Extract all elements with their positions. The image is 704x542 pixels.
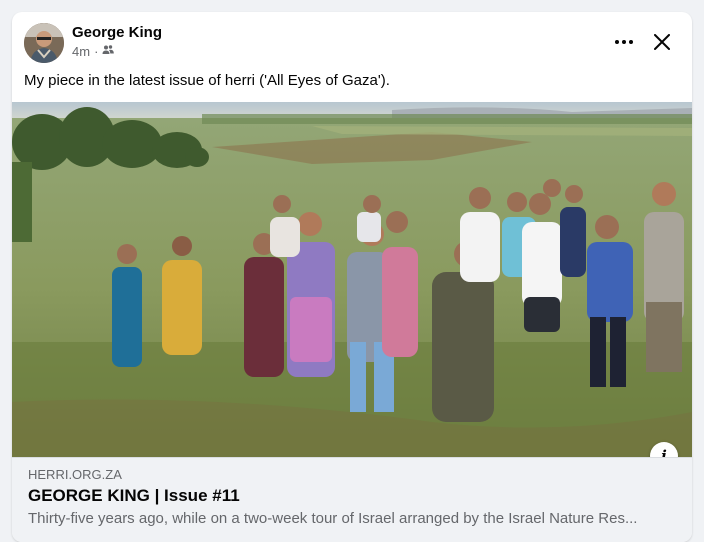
link-preview[interactable]: HERRI.ORG.ZA GEORGE KING | Issue #11 Thi… bbox=[12, 457, 692, 542]
post-time[interactable]: 4m bbox=[72, 44, 90, 59]
link-title[interactable]: GEORGE KING | Issue #11 bbox=[28, 486, 240, 506]
meta-separator: · bbox=[94, 44, 99, 59]
post-meta: 4m · bbox=[72, 44, 115, 59]
link-description: Thirty-five years ago, while on a two-we… bbox=[28, 510, 638, 527]
post-caption: My piece in the latest issue of herri ('… bbox=[24, 72, 390, 89]
post-photo[interactable] bbox=[12, 102, 692, 457]
avatar[interactable] bbox=[24, 23, 64, 63]
link-domain: HERRI.ORG.ZA bbox=[28, 467, 122, 482]
friends-icon[interactable] bbox=[102, 44, 115, 59]
close-icon bbox=[654, 34, 670, 50]
more-options-icon bbox=[615, 40, 633, 44]
more-options-button[interactable] bbox=[608, 28, 640, 56]
author-name[interactable]: George King bbox=[72, 24, 162, 41]
post-card: George King 4m · My piece in the latest … bbox=[12, 12, 692, 542]
post-header: George King 4m · bbox=[12, 12, 692, 70]
close-button[interactable] bbox=[648, 28, 676, 56]
